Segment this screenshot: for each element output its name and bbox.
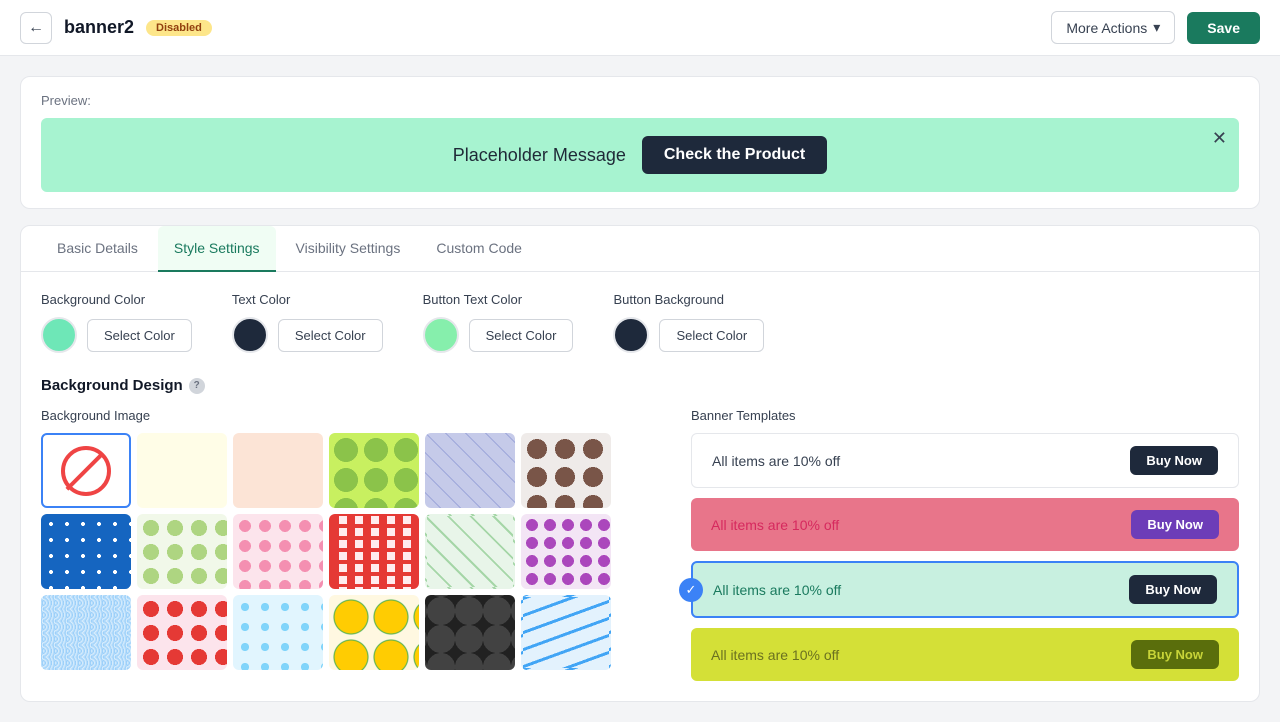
image-waves[interactable] xyxy=(41,595,131,670)
template-white-text: All items are 10% off xyxy=(712,453,840,469)
text-color-picker: Select Color xyxy=(232,317,383,353)
template-yellow-text: All items are 10% off xyxy=(711,647,839,663)
template-pink[interactable]: All items are 10% off Buy Now xyxy=(691,498,1239,551)
image-space[interactable] xyxy=(41,514,131,589)
preview-card: Preview: Placeholder Message Check the P… xyxy=(20,76,1260,209)
background-color-picker: Select Color xyxy=(41,317,192,353)
tab-style-settings[interactable]: Style Settings xyxy=(158,226,276,272)
image-scales[interactable] xyxy=(425,595,515,670)
tab-visibility-settings[interactable]: Visibility Settings xyxy=(280,226,417,272)
info-icon[interactable]: ? xyxy=(189,378,205,394)
banner-templates-label: Banner Templates xyxy=(691,408,1239,423)
template-yellow-button[interactable]: Buy Now xyxy=(1131,640,1219,669)
background-color-label: Background Color xyxy=(41,292,192,307)
template-yellow[interactable]: All items are 10% off Buy Now xyxy=(691,628,1239,681)
background-color-group: Background Color Select Color xyxy=(41,292,192,353)
image-tropical[interactable] xyxy=(329,595,419,670)
image-none[interactable] xyxy=(41,433,131,508)
more-actions-button[interactable]: More Actions ▾ xyxy=(1051,11,1175,44)
background-design-title: Background Design ? xyxy=(41,377,1239,394)
settings-content: Background Color Select Color Text Color… xyxy=(21,272,1259,701)
image-drinks[interactable] xyxy=(425,514,515,589)
settings-card: Basic Details Style Settings Visibility … xyxy=(20,225,1260,702)
status-badge: Disabled xyxy=(146,20,212,36)
template-list: All items are 10% off Buy Now All items … xyxy=(691,433,1239,681)
tabs-bar: Basic Details Style Settings Visibility … xyxy=(21,226,1259,272)
text-color-swatch xyxy=(232,317,268,353)
image-faces[interactable] xyxy=(233,433,323,508)
background-color-swatch xyxy=(41,317,77,353)
color-settings-row: Background Color Select Color Text Color… xyxy=(41,292,1239,353)
preview-label: Preview: xyxy=(41,93,1239,108)
banner-close-button[interactable]: ✕ xyxy=(1212,128,1227,149)
main-content: Preview: Placeholder Message Check the P… xyxy=(0,56,1280,722)
template-green[interactable]: ✓ All items are 10% off Buy Now xyxy=(691,561,1239,618)
back-button[interactable]: ← xyxy=(20,12,52,44)
image-items[interactable] xyxy=(137,433,227,508)
background-color-select-button[interactable]: Select Color xyxy=(87,319,192,352)
image-snowflakes[interactable] xyxy=(233,595,323,670)
chevron-down-icon: ▾ xyxy=(1153,19,1160,36)
banner-templates-section: Banner Templates All items are 10% off B… xyxy=(691,408,1239,681)
template-white[interactable]: All items are 10% off Buy Now xyxy=(691,433,1239,488)
text-color-select-button[interactable]: Select Color xyxy=(278,319,383,352)
more-actions-label: More Actions xyxy=(1066,20,1147,36)
banner-preview: Placeholder Message Check the Product ✕ xyxy=(41,118,1239,192)
image-diamond[interactable] xyxy=(425,433,515,508)
image-circles[interactable] xyxy=(521,433,611,508)
image-zigzag[interactable] xyxy=(329,514,419,589)
background-image-label: Background Image xyxy=(41,408,651,423)
banner-message: Placeholder Message xyxy=(453,145,626,166)
image-cherries[interactable] xyxy=(137,595,227,670)
app-header: ← banner2 Disabled More Actions ▾ Save xyxy=(0,0,1280,56)
template-green-button[interactable]: Buy Now xyxy=(1129,575,1217,604)
button-text-color-group: Button Text Color Select Color xyxy=(423,292,574,353)
image-ocean-waves[interactable] xyxy=(521,595,611,670)
design-layout: Background Image xyxy=(41,408,1239,681)
template-white-button[interactable]: Buy Now xyxy=(1130,446,1218,475)
image-lime[interactable] xyxy=(329,433,419,508)
button-text-color-picker: Select Color xyxy=(423,317,574,353)
button-bg-label: Button Background xyxy=(613,292,764,307)
page-title: banner2 xyxy=(64,17,134,38)
tab-custom-code[interactable]: Custom Code xyxy=(420,226,538,272)
button-text-color-label: Button Text Color xyxy=(423,292,574,307)
button-text-color-swatch xyxy=(423,317,459,353)
template-green-text: All items are 10% off xyxy=(713,582,841,598)
text-color-label: Text Color xyxy=(232,292,383,307)
save-button[interactable]: Save xyxy=(1187,12,1260,44)
template-pink-button[interactable]: Buy Now xyxy=(1131,510,1219,539)
text-color-group: Text Color Select Color xyxy=(232,292,383,353)
image-splat[interactable] xyxy=(137,514,227,589)
tab-basic-details[interactable]: Basic Details xyxy=(41,226,154,272)
image-flowers[interactable] xyxy=(233,514,323,589)
template-selected-check: ✓ xyxy=(679,578,703,602)
background-image-grid xyxy=(41,433,651,670)
background-image-section: Background Image xyxy=(41,408,651,681)
button-bg-picker: Select Color xyxy=(613,317,764,353)
template-pink-text: All items are 10% off xyxy=(711,517,839,533)
image-purple-dots[interactable] xyxy=(521,514,611,589)
banner-cta-button[interactable]: Check the Product xyxy=(642,136,827,174)
button-bg-select-button[interactable]: Select Color xyxy=(659,319,764,352)
button-bg-group: Button Background Select Color xyxy=(613,292,764,353)
button-text-color-select-button[interactable]: Select Color xyxy=(469,319,574,352)
button-bg-swatch xyxy=(613,317,649,353)
